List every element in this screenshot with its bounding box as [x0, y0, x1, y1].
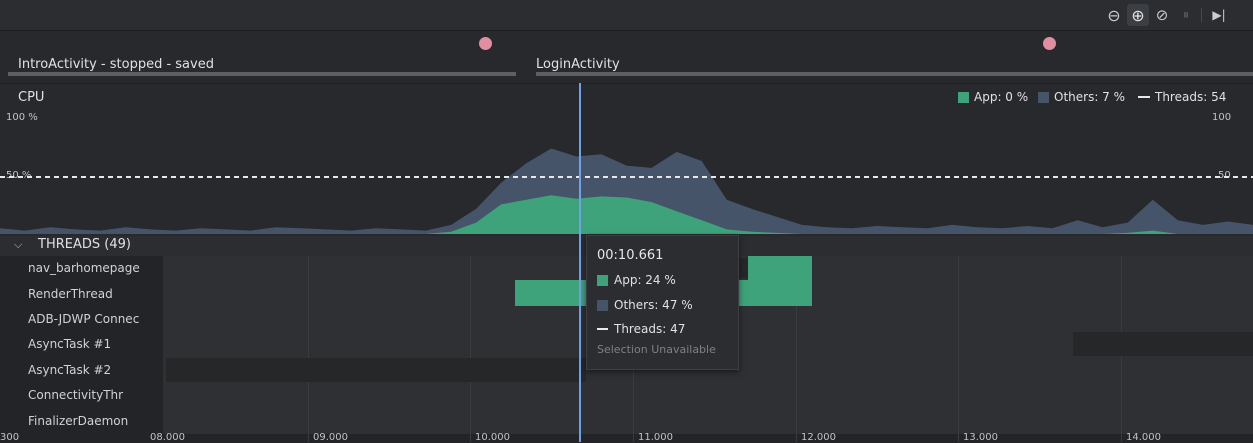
timeline-cursor[interactable]	[579, 83, 581, 442]
activity-lifecycle-track: IntroActivity - stopped - saved LoginAct…	[0, 31, 1253, 84]
axis-label: 14.000	[1126, 432, 1161, 443]
thread-label[interactable]: nav_barhomepage	[28, 258, 140, 278]
go-live-icon: ▶|	[1212, 8, 1226, 22]
tooltip-time: 00:10.661	[597, 248, 664, 263]
thread-label[interactable]: RenderThread	[28, 284, 113, 304]
tooltip-others-swatch	[597, 299, 608, 311]
thread-label[interactable]: AsyncTask #1	[28, 334, 111, 354]
tooltip-app-swatch	[597, 274, 608, 286]
thread-label[interactable]: ConnectivityThr	[28, 385, 123, 405]
axis-label: 300	[0, 432, 20, 443]
thread-state-sleeping[interactable]	[166, 358, 586, 382]
tooltip-threads-row: Threads: 47	[597, 322, 685, 336]
gridline	[470, 256, 471, 442]
event-dot[interactable]	[1043, 37, 1056, 50]
reset-zoom-icon: ⊘	[1155, 6, 1169, 24]
zoom-in-icon: ⊕	[1131, 5, 1145, 25]
axis-label: 09.000	[313, 432, 348, 443]
pause-icon: ⏸	[1182, 7, 1190, 23]
cpu-tooltip: 00:10.661 App: 24 % Others: 47 % Threads…	[586, 235, 739, 370]
cpu-section[interactable]: CPU 100 % 50 % 100 50 App: 0 % Others: 7…	[0, 84, 1253, 236]
tooltip-threads-dash-icon	[597, 328, 608, 330]
axis-label: 08.000	[150, 432, 185, 443]
tooltip-others-row: Others: 47 %	[597, 298, 693, 312]
event-dot[interactable]	[479, 37, 492, 50]
thread-state-running[interactable]	[737, 280, 812, 306]
thread-label[interactable]: AsyncTask #2	[28, 360, 111, 380]
axis-label: 11.000	[638, 432, 673, 443]
tooltip-note: Selection Unavailable	[597, 343, 716, 356]
tooltip-threads-text: Threads: 47	[614, 322, 686, 336]
activity-bar-intro[interactable]	[8, 72, 516, 76]
axis-label: 13.000	[963, 432, 998, 443]
activity-label-login[interactable]: LoginActivity	[536, 57, 620, 72]
chevron-down-icon[interactable]: ⌵	[14, 238, 22, 252]
zoom-out-icon: ⊖	[1107, 5, 1121, 25]
activity-bar-login[interactable]	[536, 72, 1253, 76]
activity-label-intro[interactable]: IntroActivity - stopped - saved	[18, 57, 214, 72]
toolbar-divider	[1201, 8, 1202, 22]
axis-label: 10.000	[475, 432, 510, 443]
tooltip-app-row: App: 24 %	[597, 273, 676, 287]
cpu-usage-chart[interactable]	[0, 84, 1253, 236]
thread-label[interactable]: FinalizerDaemon	[28, 411, 128, 431]
time-axis[interactable]	[0, 434, 1253, 442]
pause-button[interactable]: ⏸	[1175, 4, 1197, 26]
axis-label: 12.000	[801, 432, 836, 443]
thread-state-sleeping[interactable]	[1073, 332, 1253, 356]
zoom-out-button[interactable]: ⊖	[1103, 4, 1125, 26]
threads-header-label: THREADS (49)	[38, 237, 131, 252]
thread-label[interactable]: ADB-JDWP Connec	[28, 309, 139, 329]
profiler-toolbar: ⊖ ⊕ ⊘ ⏸ ▶|	[0, 0, 1253, 31]
tooltip-app-text: App: 24 %	[614, 273, 676, 287]
gridline	[308, 256, 309, 442]
gridline	[958, 256, 959, 442]
zoom-in-button[interactable]: ⊕	[1127, 4, 1149, 26]
go-live-button[interactable]: ▶|	[1208, 4, 1230, 26]
reset-zoom-button[interactable]: ⊘	[1151, 4, 1173, 26]
tooltip-others-text: Others: 47 %	[614, 298, 693, 312]
